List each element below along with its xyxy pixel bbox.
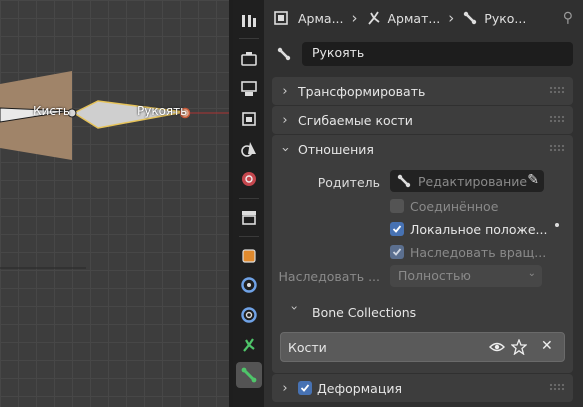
panel-title: Трансформировать — [298, 83, 426, 99]
chevron-down-icon: › — [277, 146, 293, 152]
bone-label-grip: Рукоять — [137, 104, 188, 118]
panel-title: Отношения — [298, 141, 374, 157]
properties-panel: Арма... › Армат... › Руко... ⚲ Рукоять ›… — [264, 0, 583, 407]
chevron-right-icon: › — [282, 380, 288, 396]
inherit-scale-value: Полностью — [398, 268, 471, 283]
scene-icon — [241, 142, 256, 157]
relations-header[interactable]: › Отношения — [272, 135, 573, 163]
local-location-row[interactable]: Локальное положе... — [390, 218, 547, 240]
bone-name-row: Рукоять — [264, 42, 583, 66]
star-icon[interactable] — [511, 339, 527, 355]
panel-deform[interactable]: › Деформация — [272, 374, 573, 402]
chevron-right-icon: › — [282, 83, 288, 99]
tab-object[interactable] — [236, 243, 262, 269]
bone-name-input[interactable]: Рукоять — [302, 42, 573, 66]
armature-icon — [367, 11, 380, 25]
tab-bone[interactable] — [236, 362, 262, 388]
bone-label-hand: Кисть — [33, 104, 70, 118]
panel-bendy-bones[interactable]: › Сгибаемые кости — [272, 106, 573, 134]
bone-icon — [464, 11, 477, 25]
breadcrumb-separator: › — [448, 9, 455, 27]
breadcrumb-object: Арма... — [298, 10, 344, 26]
bone-icon — [277, 47, 291, 61]
inherit-rotation-row[interactable]: Наследовать вращ... — [390, 241, 546, 263]
properties-tabs — [233, 0, 264, 407]
tab-world[interactable] — [236, 166, 262, 192]
output-icon — [241, 81, 257, 96]
pin-icon[interactable]: ⚲ — [563, 10, 573, 26]
tab-modifiers[interactable] — [236, 272, 262, 298]
bone-collections-header[interactable]: › Bone Collections — [287, 301, 417, 323]
local-location-label: Локальное положе... — [410, 221, 548, 237]
breadcrumb-armature: Армат... — [366, 10, 440, 26]
tab-collection[interactable] — [236, 204, 262, 230]
tab-view-layer[interactable] — [236, 106, 262, 132]
panel-title: Сгибаемые кости — [298, 112, 413, 128]
inherit-rotation-checkbox[interactable] — [390, 245, 404, 259]
tab-data[interactable] — [236, 332, 262, 358]
world-icon — [242, 172, 256, 186]
tab-scene[interactable] — [236, 136, 262, 162]
armature-data-icon — [243, 338, 255, 352]
animate-property-dot[interactable] — [555, 223, 559, 227]
parent-field[interactable]: Редактирование ✎ — [390, 170, 544, 192]
drag-handle[interactable] — [549, 86, 565, 95]
chevron-down-icon: › — [287, 305, 303, 310]
inherit-rotation-label: Наследовать вращ... — [410, 244, 547, 260]
connected-label: Соединённое — [410, 198, 499, 214]
bone-icon — [397, 174, 411, 188]
3d-viewport[interactable]: Кисть Рукоять — [0, 0, 233, 407]
deform-checkbox[interactable] — [298, 381, 312, 395]
drag-handle[interactable] — [549, 383, 565, 392]
collection-icon — [242, 211, 256, 225]
connected-row[interactable]: Соединённое — [390, 195, 498, 217]
local-location-checkbox[interactable] — [390, 222, 404, 236]
drag-handle[interactable] — [549, 115, 565, 124]
connected-checkbox[interactable] — [390, 199, 404, 213]
tab-constraints[interactable] — [236, 302, 262, 328]
panel-title: Деформация — [317, 380, 402, 396]
modifiers-icon — [241, 277, 257, 293]
eyedropper-icon[interactable]: ✎ — [527, 172, 539, 188]
inherit-scale-select[interactable]: Полностью ⌄ — [390, 265, 542, 287]
inherit-scale-label: Наследовать ... — [278, 269, 380, 284]
viewport-scene — [0, 71, 229, 269]
tool-icon — [242, 15, 256, 27]
view-layer-icon — [242, 112, 256, 126]
tab-render[interactable] — [236, 46, 262, 72]
constraints-icon — [241, 307, 257, 323]
parent-value: Редактирование — [418, 173, 528, 189]
object-icon — [242, 249, 256, 263]
chevron-down-icon: ⌄ — [527, 268, 536, 279]
breadcrumb-bone: Руко... — [462, 10, 526, 26]
breadcrumb-separator: › — [351, 9, 358, 27]
drag-handle[interactable] — [549, 144, 565, 153]
panel-transform[interactable]: › Трансформировать — [272, 77, 573, 105]
close-icon[interactable]: ✕ — [541, 338, 553, 354]
breadcrumb: Арма... › Армат... › Руко... ⚲ — [264, 0, 583, 36]
bone-icon — [241, 367, 257, 383]
eye-icon[interactable] — [489, 340, 505, 354]
parent-label: Родитель — [317, 175, 380, 190]
tab-tool[interactable] — [236, 8, 262, 34]
bone-collection-item[interactable]: Кости ✕ — [280, 332, 565, 362]
collection-name: Кости — [288, 340, 327, 355]
render-icon — [241, 52, 257, 66]
chevron-right-icon: › — [282, 112, 288, 128]
tab-output[interactable] — [236, 76, 262, 102]
bone-collections-label: Bone Collections — [312, 304, 417, 320]
editor-type-icon[interactable] — [273, 10, 289, 26]
